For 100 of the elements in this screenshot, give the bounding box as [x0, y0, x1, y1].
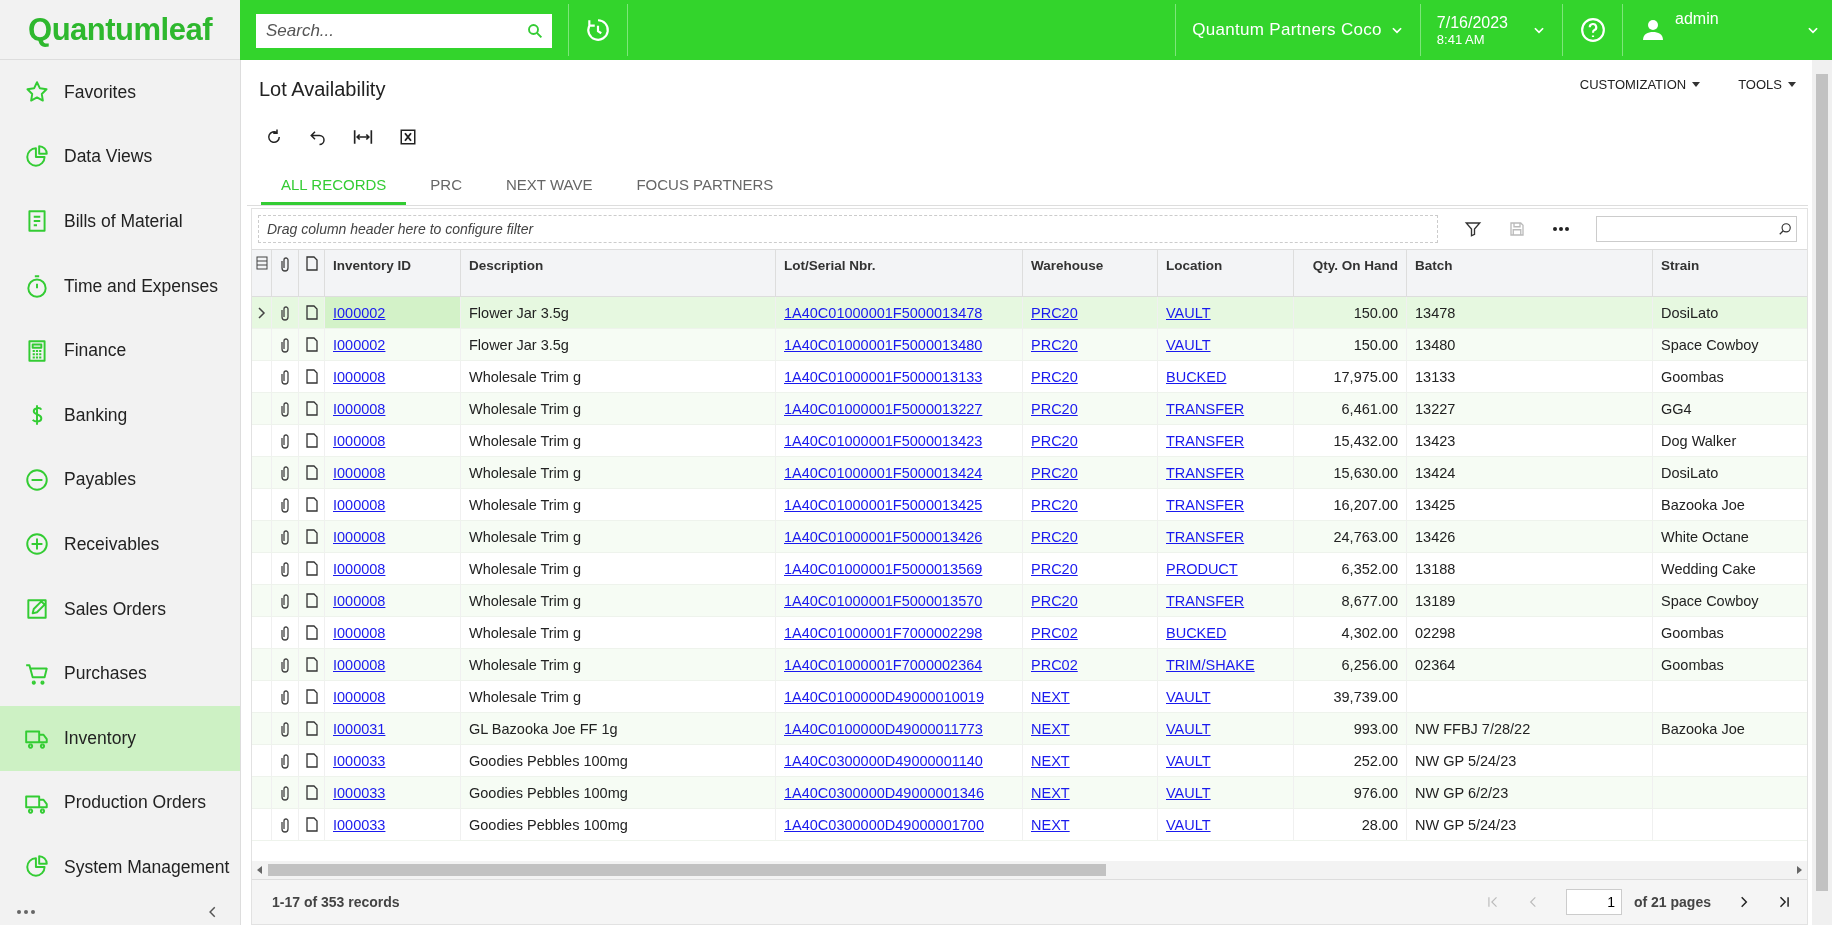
table-row[interactable]: I000008 Wholesale Trim g 1A40C01000001F5000013424 PRC20 TRANSFER 15,630.00 13424 DosiLato: [252, 457, 1807, 489]
sidebar-item[interactable]: Inventory: [0, 705, 240, 771]
table-link[interactable]: 1A40C01000001F5000013478: [784, 304, 983, 321]
tab[interactable]: NEXT WAVE: [486, 166, 613, 205]
table-link[interactable]: PRC20: [1031, 368, 1078, 385]
table-link[interactable]: NEXT: [1031, 688, 1070, 705]
row-selector-icon[interactable]: [255, 256, 268, 270]
note-icon[interactable]: [305, 561, 318, 576]
table-link[interactable]: I000008: [333, 592, 386, 609]
note-icon[interactable]: [305, 721, 318, 736]
table-row[interactable]: I000031 GL Bazooka Joe FF 1g 1A40C0100000D49000011773 NEXT VAULT 993.00 NW FFBJ 7/28/22 Bazooka Joe: [252, 713, 1807, 745]
table-link[interactable]: 1A40C01000001F5000013227: [784, 400, 983, 417]
table-link[interactable]: I000008: [333, 528, 386, 545]
column-header[interactable]: Batch: [1407, 250, 1653, 296]
paperclip-icon[interactable]: [279, 720, 291, 737]
table-link[interactable]: I000033: [333, 816, 386, 833]
table-link[interactable]: 1A40C01000001F5000013424: [784, 464, 983, 481]
table-link[interactable]: 1A40C01000001F5000013426: [784, 528, 983, 545]
scroll-right-icon[interactable]: [1795, 866, 1803, 874]
sidebar-item[interactable]: System Management: [0, 835, 240, 900]
note-icon[interactable]: [305, 657, 318, 672]
last-page-icon[interactable]: [1777, 895, 1791, 909]
note-icon[interactable]: [305, 369, 318, 384]
table-link[interactable]: 1A40C01000001F7000002298: [784, 624, 983, 641]
column-header[interactable]: Description: [461, 250, 776, 296]
table-row[interactable]: I000008 Wholesale Trim g 1A40C01000001F5000013227 PRC20 TRANSFER 6,461.00 13227 GG4: [252, 393, 1807, 425]
grid-search-field[interactable]: [1596, 216, 1797, 242]
menu-button[interactable]: CUSTOMIZATION: [1573, 76, 1707, 93]
table-link[interactable]: VAULT: [1166, 336, 1211, 353]
column-header[interactable]: Inventory ID: [325, 250, 461, 296]
table-link[interactable]: I000031: [333, 720, 386, 737]
table-link[interactable]: I000008: [333, 432, 386, 449]
sidebar-item[interactable]: Receivables: [0, 512, 240, 577]
note-icon[interactable]: [305, 593, 318, 608]
column-header[interactable]: Warehouse: [1023, 250, 1158, 296]
note-icon[interactable]: [305, 401, 318, 416]
table-link[interactable]: PRC20: [1031, 592, 1078, 609]
vertical-scrollbar[interactable]: [1812, 60, 1832, 925]
menu-button[interactable]: TOOLS: [1732, 76, 1802, 93]
table-link[interactable]: PRC20: [1031, 304, 1078, 321]
table-row[interactable]: I000008 Wholesale Trim g 1A40C01000001F7000002364 PRC02 TRIM/SHAKE 6,256.00 02364 Goombas: [252, 649, 1807, 681]
paperclip-icon[interactable]: [279, 592, 291, 609]
paperclip-icon[interactable]: [279, 496, 291, 513]
excel-icon[interactable]: [399, 128, 417, 146]
table-link[interactable]: BUCKED: [1166, 368, 1227, 385]
paperclip-icon[interactable]: [279, 560, 291, 577]
table-link[interactable]: PRODUCT: [1166, 560, 1238, 577]
table-link[interactable]: I000008: [333, 464, 386, 481]
table-link[interactable]: PRC20: [1031, 464, 1078, 481]
table-link[interactable]: I000008: [333, 368, 386, 385]
note-icon[interactable]: [305, 433, 318, 448]
note-icon[interactable]: [305, 817, 318, 832]
table-row[interactable]: I000002 Flower Jar 3.5g 1A40C01000001F5000013480 PRC20 VAULT 150.00 13480 Space Cowboy: [252, 329, 1807, 361]
more-icon[interactable]: [1552, 226, 1570, 232]
table-link[interactable]: VAULT: [1166, 784, 1211, 801]
fit-width-icon[interactable]: [353, 128, 373, 146]
table-link[interactable]: BUCKED: [1166, 624, 1227, 641]
note-icon[interactable]: [305, 625, 318, 640]
table-link[interactable]: I000008: [333, 560, 386, 577]
sidebar-item[interactable]: Purchases: [0, 641, 240, 706]
paperclip-icon[interactable]: [279, 464, 291, 481]
column-header[interactable]: Lot/Serial Nbr.: [776, 250, 1023, 296]
table-link[interactable]: 1A40C0100000D49000010019: [784, 688, 984, 705]
table-row[interactable]: I000033 Goodies Pebbles 100mg 1A40C0300000D49000001700 NEXT VAULT 28.00 NW GP 5/24/23: [252, 809, 1807, 841]
paperclip-icon[interactable]: [279, 688, 291, 705]
table-link[interactable]: PRC20: [1031, 560, 1078, 577]
paperclip-icon[interactable]: [279, 368, 291, 385]
tab[interactable]: PRC: [410, 166, 482, 205]
table-link[interactable]: PRC20: [1031, 496, 1078, 513]
sidebar-item[interactable]: Bills of Material: [0, 189, 240, 254]
table-link[interactable]: PRC02: [1031, 656, 1078, 673]
sidebar-item[interactable]: Production Orders: [0, 770, 240, 836]
table-link[interactable]: 1A40C01000001F5000013480: [784, 336, 983, 353]
table-link[interactable]: I000033: [333, 784, 386, 801]
column-header[interactable]: Location: [1158, 250, 1294, 296]
table-link[interactable]: 1A40C0300000D49000001140: [784, 752, 983, 769]
table-link[interactable]: PRC20: [1031, 400, 1078, 417]
refresh-icon[interactable]: [265, 128, 283, 146]
table-link[interactable]: I000008: [333, 688, 386, 705]
note-icon[interactable]: [305, 785, 318, 800]
undo-icon[interactable]: [309, 128, 327, 146]
table-row[interactable]: I000002 Flower Jar 3.5g 1A40C01000001F5000013478 PRC20 VAULT 150.00 13478 DosiLato: [252, 297, 1807, 329]
table-link[interactable]: PRC20: [1031, 528, 1078, 545]
paperclip-icon[interactable]: [279, 752, 291, 769]
table-link[interactable]: 1A40C01000001F5000013425: [784, 496, 983, 513]
table-link[interactable]: 1A40C01000001F5000013133: [784, 368, 983, 385]
horizontal-scrollbar[interactable]: [252, 861, 1807, 879]
search-icon[interactable]: [1778, 222, 1792, 236]
sidebar-item[interactable]: Banking: [0, 382, 240, 448]
table-link[interactable]: NEXT: [1031, 752, 1070, 769]
table-link[interactable]: 1A40C01000001F5000013569: [784, 560, 983, 577]
paperclip-icon[interactable]: [279, 432, 291, 449]
table-link[interactable]: 1A40C0100000D49000011773: [784, 720, 983, 737]
table-link[interactable]: TRIM/SHAKE: [1166, 656, 1255, 673]
table-link[interactable]: NEXT: [1031, 720, 1070, 737]
paperclip-icon[interactable]: [279, 816, 291, 833]
note-icon[interactable]: [305, 529, 318, 544]
table-link[interactable]: 1A40C01000001F7000002364: [784, 656, 983, 673]
sidebar-item[interactable]: Data Views: [0, 124, 240, 190]
table-link[interactable]: 1A40C0300000D49000001700: [784, 816, 984, 833]
